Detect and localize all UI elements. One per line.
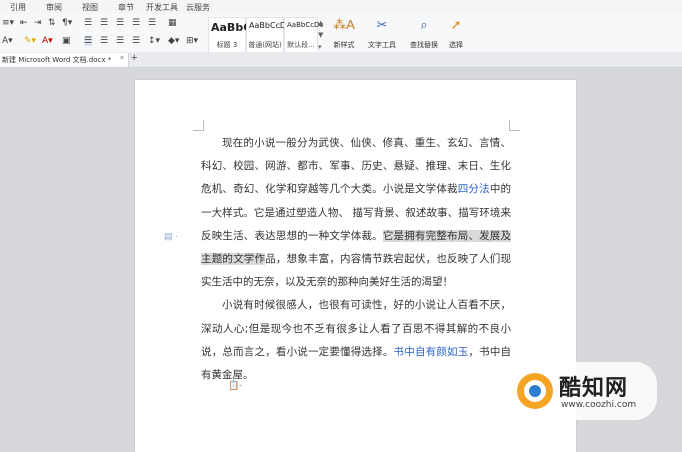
document-body[interactable]: 现在的小说一般分为武侠、仙侠、修真、重生、玄幻、言情、科幻、校园、网游、都市、军… xyxy=(201,132,512,387)
align-text-right-icon[interactable]: ☰ xyxy=(116,36,124,46)
line-spacing-icon[interactable]: ↕▾ xyxy=(148,36,160,46)
text-tool-icon: ✂ xyxy=(376,17,388,32)
menu-developer[interactable]: 开发工具 xyxy=(146,2,178,13)
paragraph-2[interactable]: 小说有时候很感人，也很有可读性，好的小说让人百看不厌，深动人心;但是现今也不乏有… xyxy=(201,294,511,387)
margin-corner-top-right xyxy=(509,120,520,131)
align-text-left-icon[interactable]: ☰ xyxy=(84,36,93,46)
watermark-url: www.coozhi.com xyxy=(561,400,637,410)
style-label-heading3: 标题 3 xyxy=(216,41,238,49)
document-tab-title: 新建 Microsoft Word 文档.docx * xyxy=(2,56,112,64)
menu-cloud[interactable]: 云服务 xyxy=(186,2,210,13)
watermark-title: 酷知网 xyxy=(559,376,629,401)
new-style-label: 新样式 xyxy=(333,41,355,49)
table-icon[interactable]: ▦ xyxy=(168,18,177,28)
font-color-icon[interactable]: A▾ xyxy=(42,36,53,46)
align-text-justify-icon[interactable]: ☰ xyxy=(132,36,140,46)
margin-corner-top-left xyxy=(193,120,204,131)
document-tab[interactable]: 新建 Microsoft Word 文档.docx * × xyxy=(0,53,129,67)
document-tab-bar: 新建 Microsoft Word 文档.docx * × + xyxy=(0,52,682,68)
p2-link[interactable]: 书中自有颜如玉 xyxy=(394,346,469,358)
menu-view[interactable]: 视图 xyxy=(82,2,98,13)
new-style-button[interactable]: ⁂A 新样式 xyxy=(324,18,364,50)
border-icon[interactable]: ⊞▾ xyxy=(186,36,198,46)
gallery-scroll-up-icon[interactable]: ▲ xyxy=(318,18,323,28)
style-normal-web[interactable]: AaBbCcDd 普通(网站) xyxy=(246,17,291,53)
ribbon: ≡▾ ⇤ ⇥ ⇅ ¶▾ A▾ ✎▾ A▾ ▣ ☰ ☰ ☰ ☰ ☰ ☰ ☰ ☰ ☰… xyxy=(0,14,682,53)
close-icon[interactable]: × xyxy=(120,55,124,62)
watermark-logo-icon xyxy=(517,373,553,409)
align-right-icon[interactable]: ☰ xyxy=(116,18,124,28)
select-button[interactable]: ➚ 选择 xyxy=(436,18,476,50)
style-label-normal-web: 普通(网站) xyxy=(248,41,282,49)
cursor-icon: ➚ xyxy=(450,17,462,32)
highlight-color-icon[interactable]: ✎▾ xyxy=(24,36,36,46)
paragraph-handle-icon[interactable]: ▤ · xyxy=(164,231,178,242)
outdent-icon[interactable]: ⇥ xyxy=(34,18,42,28)
indent-icon[interactable]: ⇤ xyxy=(20,18,28,28)
menu-reference[interactable]: 引用 xyxy=(10,2,26,13)
justify-icon[interactable]: ☰ xyxy=(132,18,140,28)
new-tab-button[interactable]: + xyxy=(131,52,137,64)
text-effect-icon[interactable]: A▾ xyxy=(2,36,13,46)
paste-options-icon[interactable]: 📋- xyxy=(228,380,242,391)
list-icon[interactable]: ≡▾ xyxy=(2,18,14,28)
new-style-icon: ⁂A xyxy=(333,17,355,32)
menu-section[interactable]: 章节 xyxy=(118,2,134,13)
text-tool-label: 文字工具 xyxy=(368,41,396,49)
align-center-icon[interactable]: ☰ xyxy=(100,18,108,28)
text-tool-button[interactable]: ✂ 文字工具 xyxy=(362,18,402,50)
menu-review[interactable]: 审阅 xyxy=(46,2,62,13)
style-default-paragraph[interactable]: AaBbCcDc 默认段... xyxy=(284,17,323,53)
style-heading3[interactable]: AaBbC 标题 3 xyxy=(208,17,251,53)
char-border-icon[interactable]: ▣ xyxy=(62,36,71,46)
paragraph-mark-icon[interactable]: ¶▾ xyxy=(62,18,72,28)
select-label: 选择 xyxy=(449,41,463,49)
align-text-center-icon[interactable]: ☰ xyxy=(100,36,108,46)
site-watermark: 酷知网 www.coozhi.com xyxy=(505,362,657,420)
gallery-expand-icon[interactable]: ▾ xyxy=(318,42,322,52)
sort-icon[interactable]: ⇅ xyxy=(48,18,56,28)
distribute-icon[interactable]: ☰ xyxy=(148,18,156,28)
style-label-default: 默认段... xyxy=(287,41,315,49)
p1-link[interactable]: 四分法 xyxy=(458,183,490,195)
align-left-icon[interactable]: ☰ xyxy=(84,18,92,28)
shading-icon[interactable]: ◆▾ xyxy=(168,36,179,46)
menu-bar: 引用 审阅 视图 章节 开发工具 云服务 xyxy=(0,0,682,15)
paragraph-1[interactable]: 现在的小说一般分为武侠、仙侠、修真、重生、玄幻、言情、科幻、校园、网游、都市、军… xyxy=(201,132,512,294)
gallery-scroll-down-icon[interactable]: ▼ xyxy=(318,30,323,40)
